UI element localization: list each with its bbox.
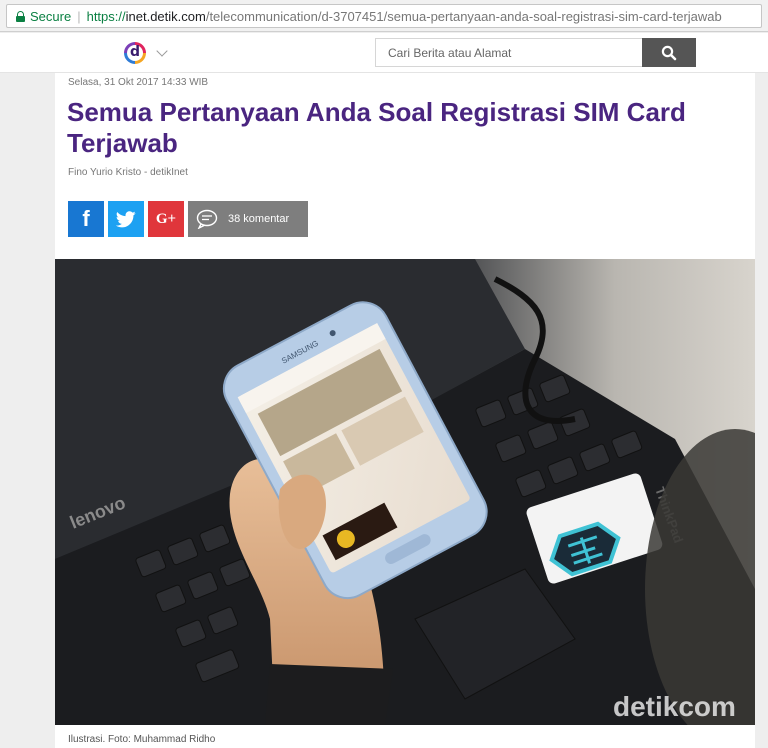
- comment-bubble-icon: [196, 209, 218, 229]
- photo-watermark: detikcom: [613, 691, 736, 722]
- google-plus-icon: G+: [155, 210, 177, 227]
- article-date: Selasa, 31 Okt 2017 14:33 WIB: [68, 77, 209, 88]
- url-path: /telecommunication/d-3707451/semua-perta…: [205, 8, 722, 24]
- detik-logo[interactable]: d: [124, 42, 146, 64]
- site-header: d: [0, 33, 768, 73]
- twitter-share-button[interactable]: [108, 201, 144, 237]
- search-icon: [661, 45, 677, 60]
- comments-count: 38 komentar: [228, 213, 290, 225]
- twitter-icon: [116, 210, 136, 227]
- facebook-icon: f: [82, 206, 90, 231]
- search-button[interactable]: [642, 38, 696, 67]
- article-photo: lenovo ThinkPad SAMSUNG: [55, 259, 755, 725]
- article-author: Fino Yurio Kristo - detikInet: [68, 167, 188, 178]
- photo-illustration: lenovo ThinkPad SAMSUNG: [55, 259, 755, 725]
- url-protocol: https://: [86, 8, 126, 24]
- url-separator: |: [77, 8, 81, 24]
- photo-caption: Ilustrasi. Foto: Muhammad Ridho: [68, 734, 216, 745]
- chevron-down-icon[interactable]: [156, 45, 168, 57]
- search-input[interactable]: [375, 38, 643, 67]
- secure-label: Secure: [30, 8, 72, 24]
- google-plus-share-button[interactable]: G+: [148, 201, 184, 237]
- logo-letter: d: [127, 45, 143, 61]
- url-field[interactable]: Secure | https://inet.detik.com/telecomm…: [6, 4, 762, 28]
- comments-button[interactable]: 38 komentar: [188, 201, 308, 237]
- facebook-share-button[interactable]: f: [68, 201, 104, 237]
- browser-address-bar: Secure | https://inet.detik.com/telecomm…: [0, 0, 768, 32]
- url-host: inet.detik.com: [125, 8, 206, 24]
- lock-icon: [16, 10, 25, 22]
- article-title: Semua Pertanyaan Anda Soal Registrasi SI…: [67, 97, 686, 158]
- article-card: Selasa, 31 Okt 2017 14:33 WIB Semua Pert…: [55, 73, 755, 748]
